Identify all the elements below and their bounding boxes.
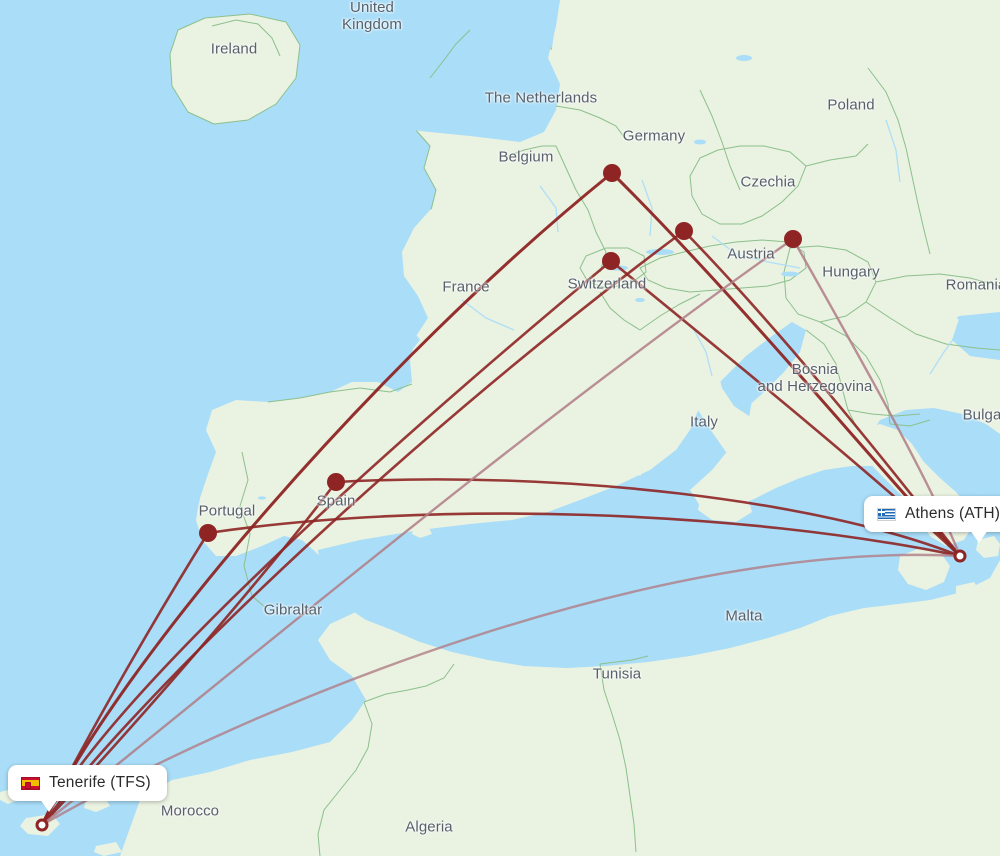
country-label-ireland: Ireland	[210, 40, 258, 58]
country-label-morocco: Morocco	[160, 802, 220, 820]
airport-label-tenerife: Tenerife (TFS)	[49, 774, 151, 791]
country-label-switzerland: Switzerland	[567, 275, 647, 293]
airport-marker-ath[interactable]	[953, 549, 967, 563]
country-label-romania: Romania	[945, 276, 1000, 294]
country-label-bosnia: Bosnia and Herzegovina	[757, 361, 873, 395]
lisbon-stop-marker[interactable]	[199, 524, 217, 542]
budapest-stop-marker[interactable]	[784, 230, 802, 248]
country-label-france: France	[442, 278, 490, 296]
frankfurt-stop-marker[interactable]	[603, 164, 621, 182]
country-label-czechia: Czechia	[740, 173, 796, 191]
airport-label-athens: Athens (ATH)	[905, 505, 1000, 522]
greece-flag-icon	[877, 507, 896, 521]
airport-tooltip-athens[interactable]: Athens (ATH)	[864, 496, 1000, 543]
country-label-spain: Spain	[316, 492, 356, 510]
country-label-gibraltar: Gibraltar	[263, 601, 323, 619]
country-label-belgium: Belgium	[498, 148, 554, 166]
flight-route-map[interactable]: .land{fill:#eaf2e2;stroke:#8cc08c;stroke…	[0, 0, 1000, 856]
country-label-netherlands: The Netherlands	[484, 89, 598, 107]
country-label-poland: Poland	[827, 96, 875, 114]
country-label-united-kingdom: United Kingdom	[342, 0, 402, 33]
labels-layer: Ireland United Kingdom The Netherlands Belg…	[0, 0, 1000, 856]
country-label-portugal: Portugal	[198, 502, 256, 520]
zurich-stop-marker[interactable]	[602, 252, 620, 270]
country-label-hungary: Hungary	[822, 263, 880, 281]
country-label-austria: Austria	[727, 245, 775, 263]
munich-stop-marker[interactable]	[675, 222, 693, 240]
country-label-tunisia: Tunisia	[592, 665, 642, 683]
country-label-italy: Italy	[689, 413, 719, 431]
country-label-malta: Malta	[725, 607, 763, 625]
country-label-germany: Germany	[622, 127, 686, 145]
madrid-stop-marker[interactable]	[327, 473, 345, 491]
country-label-algeria: Algeria	[405, 818, 453, 836]
country-label-bulgaria: Bulga	[962, 406, 1000, 424]
airport-marker-tfs[interactable]	[35, 818, 49, 832]
spain-flag-icon	[21, 776, 40, 790]
airport-tooltip-tenerife[interactable]: Tenerife (TFS)	[8, 765, 167, 812]
